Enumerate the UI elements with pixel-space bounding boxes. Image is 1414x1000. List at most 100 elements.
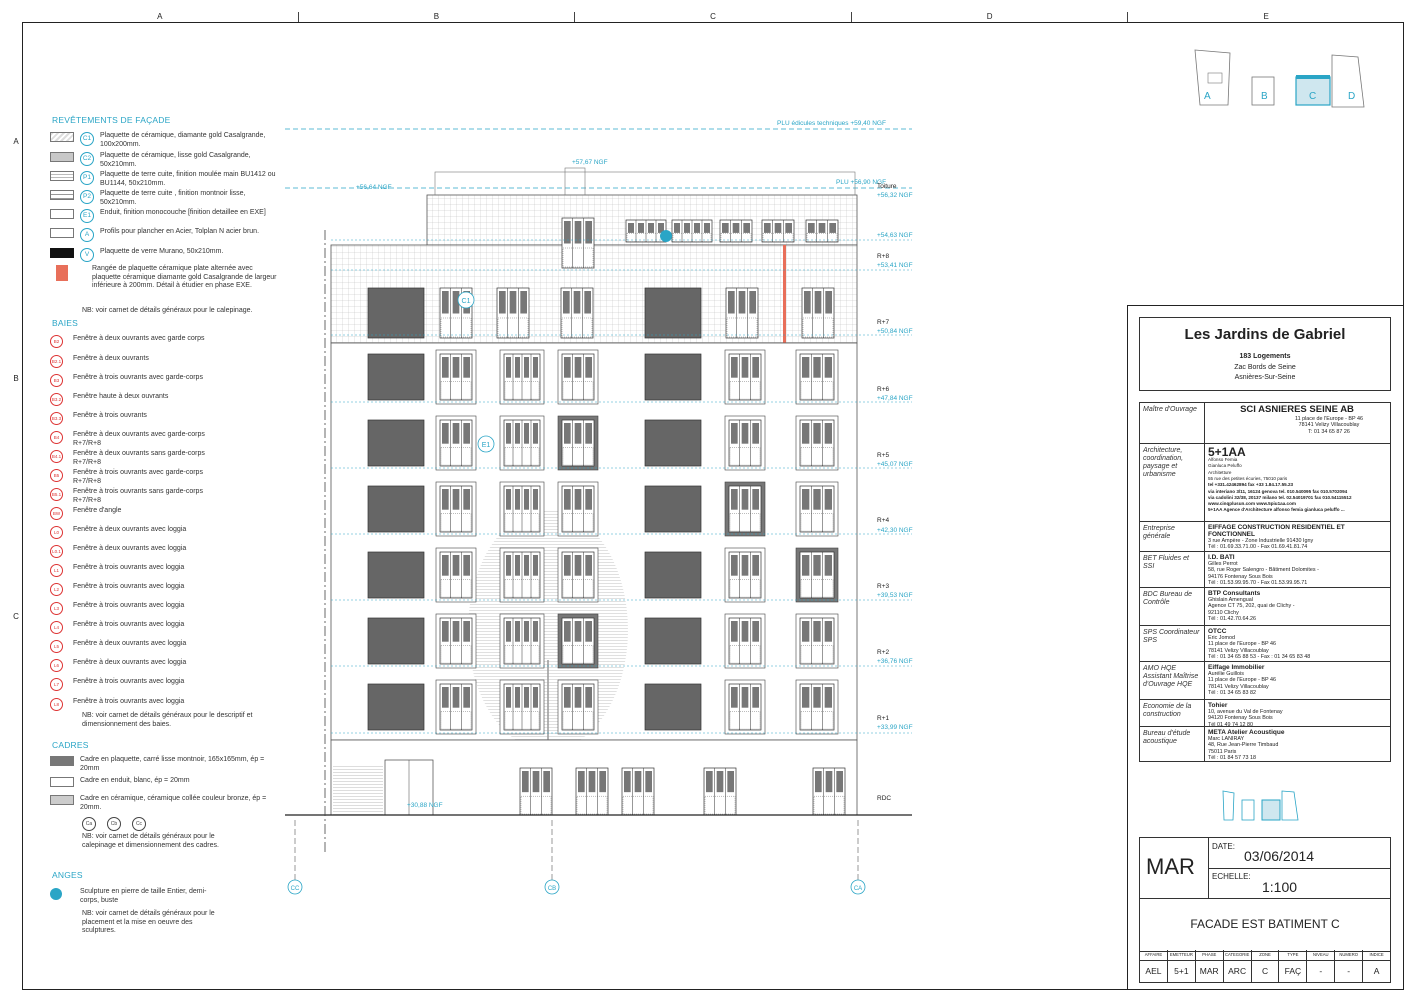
window-pane (808, 223, 815, 233)
level-label: +47,84 NGF (877, 395, 913, 402)
window-pane (573, 291, 581, 314)
floor-label: R+5 (877, 452, 890, 459)
window-pane (588, 771, 596, 793)
scale-cell: ECHELLE: 1:100 (1208, 868, 1390, 898)
plu-top-label: PLU édicules techniques +59,40 NGF (777, 120, 886, 127)
window-pane (442, 489, 449, 510)
stakeholder-role: Architecture, coordination, paysage et u… (1143, 447, 1184, 478)
window-pane (533, 357, 538, 378)
level-label: +39,53 NGF (877, 592, 913, 599)
code-head: INDICE (1362, 950, 1390, 960)
scale-label: ECHELLE: (1212, 872, 1251, 881)
code-head: AFFAIRE (1144, 952, 1163, 957)
window-pane (533, 687, 538, 708)
stakeholder-role: AMO HQE Assistant Maîtrise d'Ouvrage HQE (1143, 665, 1199, 688)
window (367, 287, 425, 339)
window-pane (574, 621, 582, 642)
axis-label: CB (548, 886, 556, 892)
window-pane (564, 555, 571, 576)
window (367, 419, 425, 467)
window-pane (829, 223, 836, 233)
window-pane (628, 223, 634, 233)
window-pane (836, 771, 843, 793)
window-pane (813, 555, 821, 576)
window-pane (741, 555, 749, 576)
window-pane (442, 555, 449, 576)
floor-label: R+3 (877, 583, 890, 590)
stakeholder-divider (1204, 662, 1205, 700)
window-pane (818, 223, 826, 233)
window-pane (452, 357, 460, 378)
code-value: - (1306, 960, 1334, 982)
window-pane (752, 489, 759, 510)
stakeholder-role: Economie de la construction (1143, 703, 1192, 718)
window-pane (574, 423, 582, 444)
code-value: A (1362, 960, 1390, 982)
window-pane (524, 489, 529, 510)
accent-strip (783, 245, 786, 343)
window-pane (533, 555, 538, 576)
code-head: NUMERO (1334, 950, 1362, 960)
window-pane (574, 489, 582, 510)
window-pane (634, 771, 642, 793)
window-pane (442, 621, 449, 642)
window-pane (506, 423, 511, 444)
stakeholder-row: Entreprise générale EIFFAGE CONSTRUCTION … (1140, 521, 1390, 552)
window-pane (731, 357, 738, 378)
window-pane (624, 771, 631, 793)
floor-label: R+6 (877, 386, 890, 393)
floor-label: Toiture (877, 183, 897, 190)
level-label: +30,88 NGF (407, 802, 443, 809)
stakeholder-line: T: 01 34 65 87 26 (1308, 428, 1350, 435)
stakeholder-line: 5+1AA Agence d'Architecture alfonso femi… (1208, 507, 1345, 513)
stakeholder-name: SCI ASNIERES SEINE AB (1240, 404, 1354, 415)
stakeholder-name: Eiffage Immobilier (1208, 664, 1265, 671)
window (644, 419, 702, 467)
window-pane (741, 621, 749, 642)
window-pane (524, 555, 529, 576)
window-pane (506, 357, 511, 378)
level-label: +53,41 NGF (877, 262, 913, 269)
window (367, 353, 425, 401)
level-label: +56,32 NGF (877, 192, 913, 199)
code-head: CATEGORIE (1222, 950, 1251, 960)
stakeholder-name: BTP Consultants (1208, 590, 1261, 597)
window-pane (752, 621, 759, 642)
window-pane (731, 555, 738, 576)
code-head: EMETTEUR (1166, 950, 1195, 960)
window-pane (515, 555, 520, 576)
window-pane (442, 687, 449, 708)
window-pane (813, 687, 821, 708)
window-pane (533, 423, 538, 444)
window (367, 683, 425, 731)
window-pane (684, 223, 690, 233)
window-pane (802, 687, 810, 708)
window (644, 683, 702, 731)
sheet-title: FACADE EST BATIMENT C (1190, 917, 1340, 931)
code-head: PHASE (1194, 950, 1223, 960)
window-pane (731, 489, 738, 510)
window-pane (543, 771, 550, 793)
window-pane (509, 291, 517, 314)
window-pane (463, 357, 470, 378)
window-pane (452, 621, 460, 642)
window-pane (515, 423, 520, 444)
window (644, 353, 702, 401)
project-box: Les Jardins de Gabriel 183 Logements Zac… (1139, 317, 1391, 391)
window-pane (752, 357, 759, 378)
window-pane (752, 423, 759, 444)
floor-label: R+8 (877, 253, 890, 260)
window-pane (752, 687, 759, 708)
project-city: Asnières-Sur-Seine (1234, 374, 1296, 381)
window-pane (515, 621, 520, 642)
project-title: Les Jardins de Gabriel (1184, 326, 1346, 343)
window-pane (824, 423, 832, 444)
window-pane (522, 771, 529, 793)
stakeholder-name: EIFFAGE CONSTRUCTION RESIDENTIEL ET FONC… (1208, 524, 1345, 538)
window-pane (585, 687, 592, 708)
window-pane (764, 223, 771, 233)
window-pane (731, 621, 738, 642)
window-pane (674, 223, 680, 233)
window-pane (442, 357, 449, 378)
code-value: FAÇ (1278, 960, 1306, 982)
